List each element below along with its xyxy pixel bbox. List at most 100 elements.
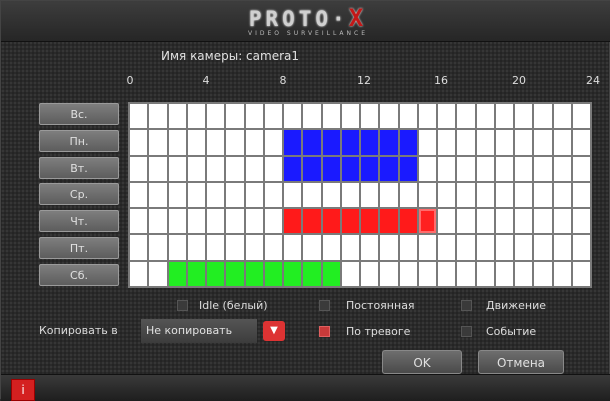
- schedule-cell[interactable]: [264, 156, 282, 181]
- schedule-cell[interactable]: [476, 209, 494, 234]
- schedule-cell[interactable]: [457, 261, 475, 286]
- schedule-cell[interactable]: [130, 235, 148, 260]
- schedule-cell[interactable]: [264, 182, 282, 208]
- schedule-cell[interactable]: [361, 130, 379, 155]
- schedule-cell[interactable]: [476, 182, 494, 208]
- schedule-cell[interactable]: [303, 182, 321, 208]
- schedule-cell[interactable]: [572, 130, 590, 155]
- schedule-cell[interactable]: [245, 130, 263, 155]
- schedule-cell[interactable]: [553, 182, 571, 208]
- schedule-cell[interactable]: [534, 235, 552, 260]
- schedule-cell[interactable]: [515, 156, 533, 181]
- schedule-cell[interactable]: [438, 182, 456, 208]
- schedule-cell[interactable]: [284, 156, 302, 181]
- schedule-cell[interactable]: [187, 261, 205, 286]
- schedule-cell[interactable]: [284, 104, 302, 129]
- schedule-cell[interactable]: [495, 235, 513, 260]
- schedule-cell[interactable]: [264, 104, 282, 129]
- schedule-cell[interactable]: [303, 261, 321, 286]
- schedule-cell[interactable]: [322, 235, 340, 260]
- schedule-cell[interactable]: [284, 261, 302, 286]
- schedule-cell[interactable]: [515, 104, 533, 129]
- schedule-cell[interactable]: [168, 104, 186, 129]
- schedule-cell[interactable]: [361, 182, 379, 208]
- schedule-cell[interactable]: [322, 261, 340, 286]
- schedule-cell[interactable]: [130, 182, 148, 208]
- schedule-cell[interactable]: [380, 235, 398, 260]
- schedule-cell[interactable]: [226, 156, 244, 181]
- schedule-cell[interactable]: [303, 104, 321, 129]
- schedule-cell[interactable]: [149, 104, 167, 129]
- schedule-cell[interactable]: [515, 261, 533, 286]
- schedule-cell[interactable]: [187, 209, 205, 234]
- schedule-cell[interactable]: [264, 235, 282, 260]
- schedule-cell[interactable]: [534, 261, 552, 286]
- schedule-cell[interactable]: [380, 182, 398, 208]
- schedule-cell[interactable]: [476, 130, 494, 155]
- schedule-cell[interactable]: [380, 209, 398, 234]
- schedule-cell[interactable]: [226, 130, 244, 155]
- schedule-cell[interactable]: [515, 130, 533, 155]
- schedule-cell[interactable]: [187, 235, 205, 260]
- schedule-cell[interactable]: [380, 104, 398, 129]
- schedule-cell[interactable]: [284, 130, 302, 155]
- schedule-cell[interactable]: [303, 235, 321, 260]
- schedule-cell[interactable]: [553, 209, 571, 234]
- schedule-cell[interactable]: [476, 104, 494, 129]
- schedule-cell[interactable]: [515, 209, 533, 234]
- schedule-cell[interactable]: [341, 104, 359, 129]
- copy-to-value[interactable]: Не копировать: [141, 319, 257, 343]
- schedule-cell[interactable]: [149, 209, 167, 234]
- schedule-cell[interactable]: [149, 130, 167, 155]
- schedule-cell[interactable]: [341, 156, 359, 181]
- schedule-cell[interactable]: [322, 130, 340, 155]
- schedule-cell[interactable]: [438, 130, 456, 155]
- schedule-cell[interactable]: [168, 209, 186, 234]
- schedule-cell[interactable]: [149, 261, 167, 286]
- schedule-cell[interactable]: [341, 235, 359, 260]
- schedule-cell[interactable]: [322, 182, 340, 208]
- info-icon[interactable]: i: [11, 379, 35, 401]
- schedule-cell[interactable]: [380, 130, 398, 155]
- schedule-cell[interactable]: [399, 182, 417, 208]
- schedule-cell[interactable]: [534, 130, 552, 155]
- ok-button[interactable]: OK: [382, 350, 462, 374]
- schedule-cell[interactable]: [438, 104, 456, 129]
- schedule-cell[interactable]: [380, 261, 398, 286]
- schedule-cell[interactable]: [399, 261, 417, 286]
- schedule-cell[interactable]: [553, 156, 571, 181]
- schedule-cell[interactable]: [534, 209, 552, 234]
- schedule-cell[interactable]: [207, 130, 225, 155]
- schedule-cell[interactable]: [572, 261, 590, 286]
- schedule-cell[interactable]: [418, 104, 436, 129]
- schedule-cell[interactable]: [399, 130, 417, 155]
- schedule-cell[interactable]: [187, 130, 205, 155]
- schedule-cell[interactable]: [149, 156, 167, 181]
- schedule-cell[interactable]: [361, 235, 379, 260]
- schedule-cell[interactable]: [399, 235, 417, 260]
- schedule-cell[interactable]: [457, 156, 475, 181]
- schedule-cell[interactable]: [207, 235, 225, 260]
- schedule-cell[interactable]: [130, 130, 148, 155]
- schedule-cell[interactable]: [361, 104, 379, 129]
- schedule-cell[interactable]: [495, 261, 513, 286]
- schedule-cell[interactable]: [284, 182, 302, 208]
- day-button-thursday[interactable]: Чт.: [39, 210, 119, 232]
- schedule-cell[interactable]: [303, 156, 321, 181]
- schedule-cell[interactable]: [149, 182, 167, 208]
- schedule-cell[interactable]: [418, 130, 436, 155]
- schedule-cell[interactable]: [130, 261, 148, 286]
- schedule-cell[interactable]: [226, 261, 244, 286]
- schedule-cell[interactable]: [130, 209, 148, 234]
- day-button-wednesday[interactable]: Ср.: [39, 183, 119, 205]
- schedule-cell[interactable]: [361, 261, 379, 286]
- schedule-cell[interactable]: [264, 130, 282, 155]
- schedule-cell[interactable]: [438, 156, 456, 181]
- schedule-cell[interactable]: [168, 156, 186, 181]
- chevron-down-icon[interactable]: ▼: [263, 321, 285, 341]
- day-button-friday[interactable]: Пт.: [39, 237, 119, 259]
- schedule-cell[interactable]: [553, 235, 571, 260]
- schedule-cell[interactable]: [534, 182, 552, 208]
- schedule-cell[interactable]: [168, 261, 186, 286]
- schedule-cell[interactable]: [245, 182, 263, 208]
